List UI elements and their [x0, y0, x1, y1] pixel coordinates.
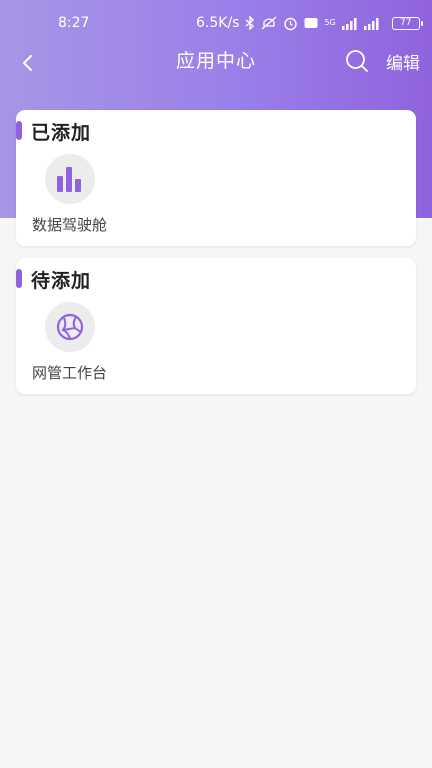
edit-button[interactable]: 编辑 — [386, 49, 420, 74]
section-title-added: 已添加 — [31, 122, 92, 144]
network-label: 5G — [324, 18, 336, 27]
added-section-card: 已添加 数据驾驶舱 — [16, 110, 416, 246]
battery-level: 77 — [400, 18, 412, 28]
mute-icon — [262, 16, 277, 30]
navbar: 应用中心 编辑 — [0, 42, 432, 78]
net-speed: 6.5K/s — [196, 15, 240, 31]
pending-section-card: 待添加 网管工作台 — [16, 258, 416, 394]
globe-network-icon — [56, 313, 84, 341]
app-item-network-workbench[interactable]: 网管工作台 — [32, 302, 122, 383]
alarm-icon — [284, 17, 298, 30]
app-icon-container — [45, 302, 95, 352]
battery-icon: 77 — [391, 16, 423, 30]
section-accent-bar — [16, 121, 22, 140]
status-bar: 8:27 6.5K/s 5G 77 — [0, 0, 432, 46]
app-item-data-cockpit[interactable]: 数据驾驶舱 — [32, 154, 122, 235]
search-button[interactable] — [344, 48, 370, 74]
status-icons: 6.5K/s 5G 77 — [196, 15, 423, 31]
bar-chart-icon — [57, 167, 81, 192]
hd-icon — [304, 18, 318, 28]
section-accent-bar — [16, 269, 22, 288]
section-title-pending: 待添加 — [31, 270, 92, 292]
app-icon-container — [45, 154, 95, 204]
bluetooth-icon — [246, 16, 255, 30]
signal-icon — [341, 17, 379, 30]
search-icon — [346, 50, 368, 72]
app-label: 网管工作台 — [32, 364, 108, 382]
status-time: 8:27 — [58, 15, 90, 31]
app-label: 数据驾驶舱 — [32, 216, 108, 234]
